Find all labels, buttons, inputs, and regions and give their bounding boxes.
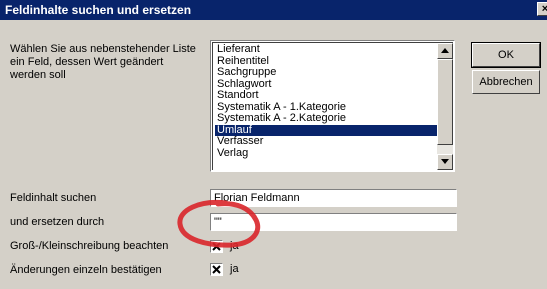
ok-button[interactable]: OK (471, 42, 541, 68)
check-icon (212, 242, 221, 251)
scroll-down-button[interactable] (437, 154, 453, 170)
instruction-text: Wählen Sie aus nebenstehender Liste ein … (10, 43, 196, 81)
replace-label: und ersetzen durch (10, 216, 105, 228)
close-button[interactable]: × (537, 2, 547, 16)
arrow-up-icon (441, 48, 449, 53)
confirm-changes-label: Änderungen einzeln bestätigen (10, 264, 162, 276)
list-item[interactable]: Standort (215, 89, 442, 102)
case-sensitive-checkbox-label: ja (230, 240, 239, 252)
search-label: Feldinhalt suchen (10, 192, 97, 204)
replace-input[interactable]: "" (210, 213, 457, 231)
check-icon (212, 265, 221, 274)
search-replace-dialog: Feldinhalte suchen und ersetzen × Wählen… (0, 0, 547, 289)
search-input[interactable]: Florian Feldmann (210, 189, 457, 207)
list-item[interactable]: Sachgruppe (215, 66, 442, 79)
dialog-title: Feldinhalte suchen und ersetzen (5, 3, 192, 17)
arrow-down-icon (441, 159, 449, 164)
listbox-items: Lieferant Reihentitel Sachgruppe Schlagwort… (215, 43, 442, 160)
confirm-changes-checkbox-label: ja (230, 263, 239, 275)
cancel-button[interactable]: Abbrechen (472, 70, 540, 94)
case-sensitive-label: Groß-/Kleinschreibung beachten (10, 240, 169, 252)
listbox-scrollbar[interactable] (437, 43, 453, 170)
title-bar: Feldinhalte suchen und ersetzen × (0, 0, 547, 20)
scroll-thumb[interactable] (437, 59, 453, 145)
confirm-changes-checkbox[interactable] (210, 263, 223, 276)
case-sensitive-checkbox[interactable] (210, 240, 223, 253)
list-item[interactable]: Lieferant (215, 43, 442, 56)
close-icon: × (541, 3, 547, 15)
scroll-up-button[interactable] (437, 43, 453, 59)
field-listbox[interactable]: Lieferant Reihentitel Sachgruppe Schlagwort… (210, 40, 455, 172)
list-item[interactable]: Verfasser (215, 135, 442, 148)
list-item[interactable]: Systematik A - 2.Kategorie (215, 112, 442, 125)
listbox-inner: Lieferant Reihentitel Sachgruppe Schlagwort… (212, 42, 453, 170)
list-item[interactable]: Verlag (215, 147, 442, 160)
